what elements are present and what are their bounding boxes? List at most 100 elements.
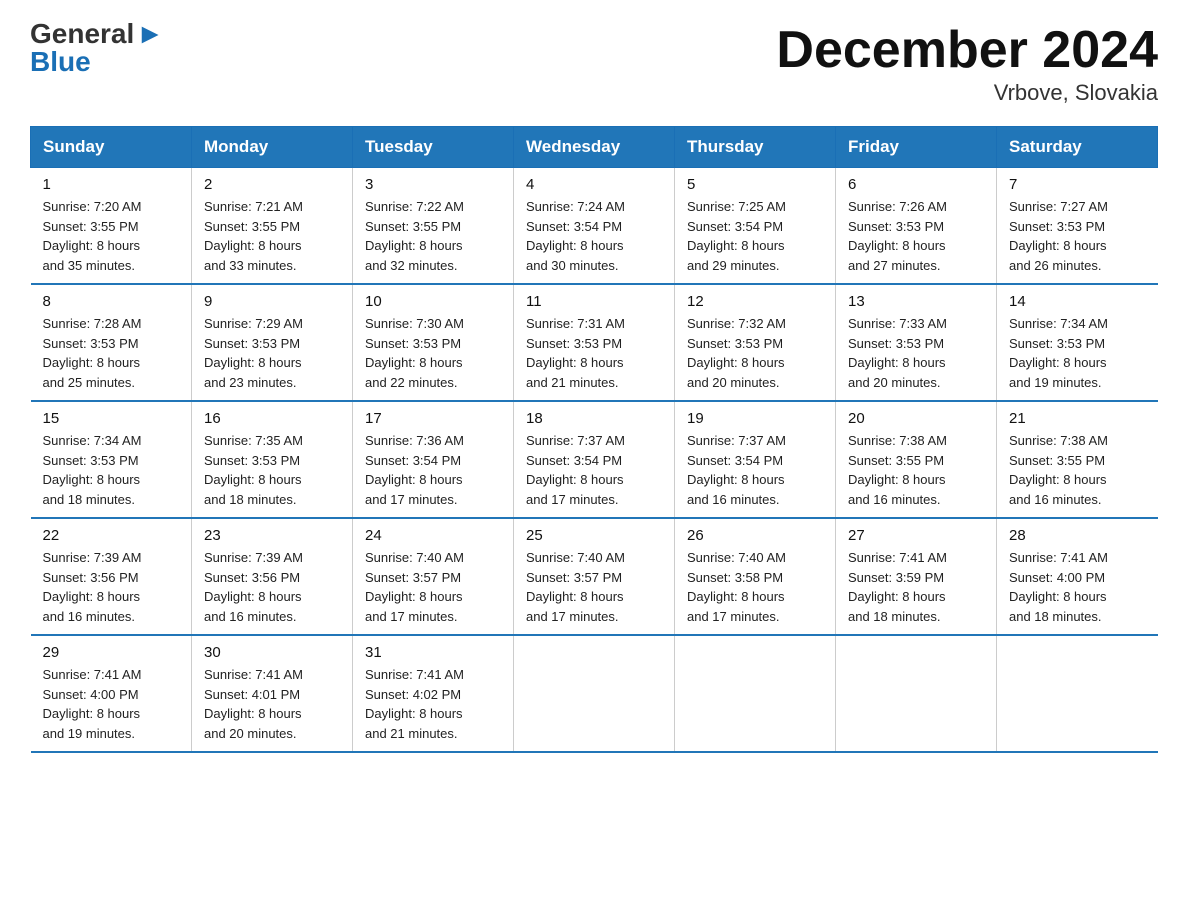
- day-info: Sunrise: 7:38 AM Sunset: 3:55 PM Dayligh…: [1009, 431, 1146, 509]
- day-number: 11: [526, 293, 662, 310]
- logo-blue-text: Blue: [30, 48, 164, 76]
- table-row: 30 Sunrise: 7:41 AM Sunset: 4:01 PM Dayl…: [192, 635, 353, 752]
- day-number: 27: [848, 527, 984, 544]
- logo-general-text: General: [30, 20, 134, 48]
- day-number: 31: [365, 644, 501, 661]
- day-info: Sunrise: 7:22 AM Sunset: 3:55 PM Dayligh…: [365, 197, 501, 275]
- day-number: 12: [687, 293, 823, 310]
- day-number: 30: [204, 644, 340, 661]
- day-info: Sunrise: 7:40 AM Sunset: 3:57 PM Dayligh…: [526, 548, 662, 626]
- day-number: 8: [43, 293, 180, 310]
- table-row: 14 Sunrise: 7:34 AM Sunset: 3:53 PM Dayl…: [997, 284, 1158, 401]
- day-number: 4: [526, 176, 662, 193]
- day-info: Sunrise: 7:32 AM Sunset: 3:53 PM Dayligh…: [687, 314, 823, 392]
- day-number: 18: [526, 410, 662, 427]
- table-row: 21 Sunrise: 7:38 AM Sunset: 3:55 PM Dayl…: [997, 401, 1158, 518]
- day-number: 7: [1009, 176, 1146, 193]
- day-number: 17: [365, 410, 501, 427]
- day-number: 13: [848, 293, 984, 310]
- location: Vrbove, Slovakia: [776, 80, 1158, 106]
- logo-triangle-icon: ►: [136, 20, 164, 48]
- day-info: Sunrise: 7:27 AM Sunset: 3:53 PM Dayligh…: [1009, 197, 1146, 275]
- table-row: 28 Sunrise: 7:41 AM Sunset: 4:00 PM Dayl…: [997, 518, 1158, 635]
- table-row: 9 Sunrise: 7:29 AM Sunset: 3:53 PM Dayli…: [192, 284, 353, 401]
- page-header: General ► Blue December 2024 Vrbove, Slo…: [30, 20, 1158, 106]
- day-info: Sunrise: 7:39 AM Sunset: 3:56 PM Dayligh…: [43, 548, 180, 626]
- day-number: 22: [43, 527, 180, 544]
- day-info: Sunrise: 7:39 AM Sunset: 3:56 PM Dayligh…: [204, 548, 340, 626]
- header-sunday: Sunday: [31, 127, 192, 168]
- calendar-body: 1 Sunrise: 7:20 AM Sunset: 3:55 PM Dayli…: [31, 168, 1158, 753]
- title-block: December 2024 Vrbove, Slovakia: [776, 20, 1158, 106]
- table-row: 1 Sunrise: 7:20 AM Sunset: 3:55 PM Dayli…: [31, 168, 192, 285]
- day-info: Sunrise: 7:36 AM Sunset: 3:54 PM Dayligh…: [365, 431, 501, 509]
- day-info: Sunrise: 7:26 AM Sunset: 3:53 PM Dayligh…: [848, 197, 984, 275]
- table-row: 17 Sunrise: 7:36 AM Sunset: 3:54 PM Dayl…: [353, 401, 514, 518]
- day-number: 6: [848, 176, 984, 193]
- day-info: Sunrise: 7:28 AM Sunset: 3:53 PM Dayligh…: [43, 314, 180, 392]
- day-info: Sunrise: 7:40 AM Sunset: 3:58 PM Dayligh…: [687, 548, 823, 626]
- day-info: Sunrise: 7:30 AM Sunset: 3:53 PM Dayligh…: [365, 314, 501, 392]
- header-tuesday: Tuesday: [353, 127, 514, 168]
- day-info: Sunrise: 7:38 AM Sunset: 3:55 PM Dayligh…: [848, 431, 984, 509]
- table-row: 8 Sunrise: 7:28 AM Sunset: 3:53 PM Dayli…: [31, 284, 192, 401]
- calendar-header: Sunday Monday Tuesday Wednesday Thursday…: [31, 127, 1158, 168]
- day-number: 23: [204, 527, 340, 544]
- day-info: Sunrise: 7:29 AM Sunset: 3:53 PM Dayligh…: [204, 314, 340, 392]
- day-number: 2: [204, 176, 340, 193]
- table-row: [836, 635, 997, 752]
- table-row: 18 Sunrise: 7:37 AM Sunset: 3:54 PM Dayl…: [514, 401, 675, 518]
- day-number: 28: [1009, 527, 1146, 544]
- table-row: 27 Sunrise: 7:41 AM Sunset: 3:59 PM Dayl…: [836, 518, 997, 635]
- day-number: 10: [365, 293, 501, 310]
- day-number: 24: [365, 527, 501, 544]
- day-info: Sunrise: 7:33 AM Sunset: 3:53 PM Dayligh…: [848, 314, 984, 392]
- table-row: [997, 635, 1158, 752]
- table-row: 7 Sunrise: 7:27 AM Sunset: 3:53 PM Dayli…: [997, 168, 1158, 285]
- table-row: 3 Sunrise: 7:22 AM Sunset: 3:55 PM Dayli…: [353, 168, 514, 285]
- table-row: 26 Sunrise: 7:40 AM Sunset: 3:58 PM Dayl…: [675, 518, 836, 635]
- table-row: 23 Sunrise: 7:39 AM Sunset: 3:56 PM Dayl…: [192, 518, 353, 635]
- day-number: 9: [204, 293, 340, 310]
- day-number: 29: [43, 644, 180, 661]
- month-title: December 2024: [776, 20, 1158, 80]
- table-row: 4 Sunrise: 7:24 AM Sunset: 3:54 PM Dayli…: [514, 168, 675, 285]
- day-number: 21: [1009, 410, 1146, 427]
- table-row: 13 Sunrise: 7:33 AM Sunset: 3:53 PM Dayl…: [836, 284, 997, 401]
- table-row: [675, 635, 836, 752]
- day-info: Sunrise: 7:24 AM Sunset: 3:54 PM Dayligh…: [526, 197, 662, 275]
- day-info: Sunrise: 7:41 AM Sunset: 3:59 PM Dayligh…: [848, 548, 984, 626]
- table-row: 12 Sunrise: 7:32 AM Sunset: 3:53 PM Dayl…: [675, 284, 836, 401]
- day-info: Sunrise: 7:31 AM Sunset: 3:53 PM Dayligh…: [526, 314, 662, 392]
- day-info: Sunrise: 7:20 AM Sunset: 3:55 PM Dayligh…: [43, 197, 180, 275]
- table-row: [514, 635, 675, 752]
- day-info: Sunrise: 7:34 AM Sunset: 3:53 PM Dayligh…: [43, 431, 180, 509]
- day-number: 14: [1009, 293, 1146, 310]
- day-info: Sunrise: 7:21 AM Sunset: 3:55 PM Dayligh…: [204, 197, 340, 275]
- header-wednesday: Wednesday: [514, 127, 675, 168]
- table-row: 5 Sunrise: 7:25 AM Sunset: 3:54 PM Dayli…: [675, 168, 836, 285]
- table-row: 20 Sunrise: 7:38 AM Sunset: 3:55 PM Dayl…: [836, 401, 997, 518]
- table-row: 19 Sunrise: 7:37 AM Sunset: 3:54 PM Dayl…: [675, 401, 836, 518]
- table-row: 25 Sunrise: 7:40 AM Sunset: 3:57 PM Dayl…: [514, 518, 675, 635]
- table-row: 29 Sunrise: 7:41 AM Sunset: 4:00 PM Dayl…: [31, 635, 192, 752]
- table-row: 16 Sunrise: 7:35 AM Sunset: 3:53 PM Dayl…: [192, 401, 353, 518]
- day-info: Sunrise: 7:37 AM Sunset: 3:54 PM Dayligh…: [526, 431, 662, 509]
- header-thursday: Thursday: [675, 127, 836, 168]
- day-number: 20: [848, 410, 984, 427]
- day-number: 5: [687, 176, 823, 193]
- table-row: 31 Sunrise: 7:41 AM Sunset: 4:02 PM Dayl…: [353, 635, 514, 752]
- day-number: 26: [687, 527, 823, 544]
- table-row: 15 Sunrise: 7:34 AM Sunset: 3:53 PM Dayl…: [31, 401, 192, 518]
- table-row: 11 Sunrise: 7:31 AM Sunset: 3:53 PM Dayl…: [514, 284, 675, 401]
- header-monday: Monday: [192, 127, 353, 168]
- day-info: Sunrise: 7:41 AM Sunset: 4:00 PM Dayligh…: [1009, 548, 1146, 626]
- table-row: 2 Sunrise: 7:21 AM Sunset: 3:55 PM Dayli…: [192, 168, 353, 285]
- day-number: 15: [43, 410, 180, 427]
- day-info: Sunrise: 7:35 AM Sunset: 3:53 PM Dayligh…: [204, 431, 340, 509]
- day-info: Sunrise: 7:41 AM Sunset: 4:00 PM Dayligh…: [43, 665, 180, 743]
- day-info: Sunrise: 7:37 AM Sunset: 3:54 PM Dayligh…: [687, 431, 823, 509]
- calendar-table: Sunday Monday Tuesday Wednesday Thursday…: [30, 126, 1158, 753]
- day-number: 3: [365, 176, 501, 193]
- table-row: 6 Sunrise: 7:26 AM Sunset: 3:53 PM Dayli…: [836, 168, 997, 285]
